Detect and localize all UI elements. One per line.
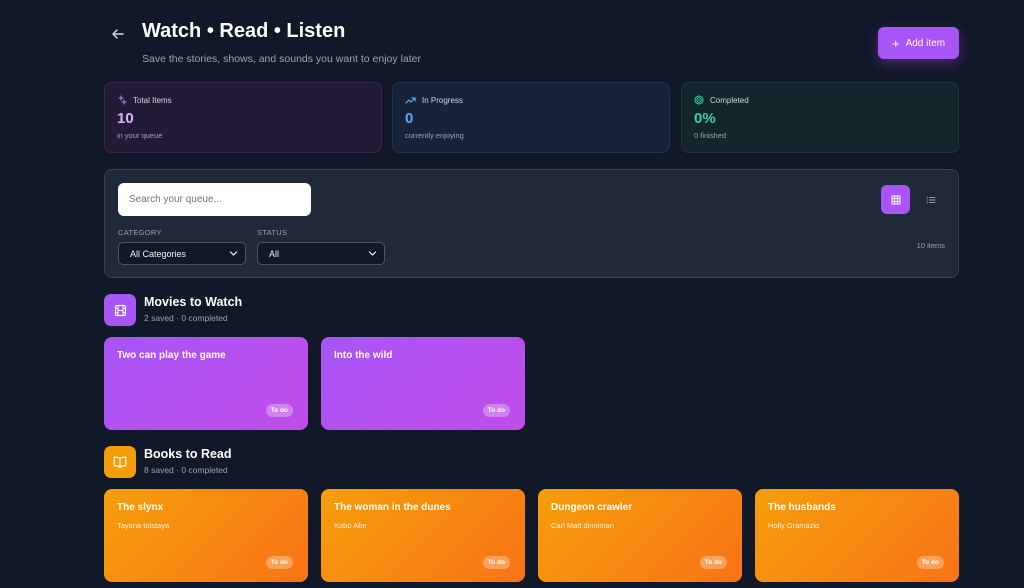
list-icon: [926, 196, 935, 203]
movie-card-title: Two can play the game: [117, 350, 226, 361]
book-card-author: Tayana tolstaya: [117, 521, 170, 530]
back-button[interactable]: [106, 22, 130, 46]
stat-completed-label: Completed: [710, 95, 749, 105]
arrow-left-icon: [112, 29, 124, 39]
stat-card-completed: Completed 0% 0 finished: [681, 82, 959, 153]
add-item-label: Add item: [905, 37, 946, 49]
book-card-title: The husbands: [768, 502, 836, 513]
plus-icon: +: [891, 35, 900, 51]
page-subtitle: Save the stories, shows, and sounds you …: [142, 53, 421, 65]
book-card-author: Carl Matt dinniman: [551, 521, 614, 530]
books-section-sub: 8 saved · 0 completed: [144, 465, 228, 475]
page-header: Watch • Read • Listen Save the stories, …: [104, 18, 959, 68]
movies-section-title: Movies to Watch: [144, 295, 243, 309]
trending-up-icon: [405, 97, 416, 104]
book-card[interactable]: The slynx Tayana tolstaya To do: [104, 489, 308, 582]
movies-section-sub: 2 saved · 0 completed: [144, 313, 228, 323]
stat-total-sub: in your queue: [117, 131, 163, 140]
status-select[interactable]: All: [257, 242, 385, 265]
stat-completed-sub: 0 finished: [694, 131, 727, 140]
status-label: STATUS: [257, 228, 288, 237]
stat-card-total: Total Items 10 in your queue: [104, 82, 382, 153]
stat-card-progress: In Progress 0 currently enjoying: [392, 82, 670, 153]
item-count: 10 items: [916, 241, 945, 250]
movie-card[interactable]: Into the wild To do: [321, 337, 525, 430]
grid-view-button[interactable]: [881, 185, 910, 214]
status-badge: To do: [482, 556, 510, 569]
category-select-value: All Categories: [130, 248, 187, 259]
film-icon: [114, 304, 126, 316]
status-badge: To do: [265, 556, 293, 569]
category-label: CATEGORY: [118, 228, 162, 237]
book-card[interactable]: The husbands Holly Gramazio To do: [755, 489, 959, 582]
books-section-title: Books to Read: [144, 447, 232, 461]
stat-progress-sub: currently enjoying: [405, 131, 464, 140]
status-badge: To do: [916, 556, 944, 569]
book-card[interactable]: The woman in the dunes Kobo Abe To do: [321, 489, 525, 582]
category-select[interactable]: All Categories: [118, 242, 246, 265]
sparkles-icon: [118, 95, 127, 105]
chevron-down-icon: [229, 251, 238, 256]
target-icon: [694, 95, 704, 105]
page-title: Watch • Read • Listen: [142, 20, 346, 42]
filter-panel: CATEGORY All Categories STATUS All 10 it…: [104, 169, 959, 278]
status-badge: To do: [699, 556, 727, 569]
stat-progress-value: 0: [405, 110, 414, 127]
stat-progress-label: In Progress: [422, 95, 463, 105]
chevron-down-icon: [368, 251, 377, 256]
movie-card[interactable]: Two can play the game To do: [104, 337, 308, 430]
book-card-title: The woman in the dunes: [334, 502, 451, 513]
books-section-icon-tile: [104, 446, 136, 478]
stat-total-label: Total Items: [133, 95, 172, 105]
book-card-author: Kobo Abe: [334, 521, 367, 530]
books-section-header: Books to Read 8 saved · 0 completed: [104, 446, 504, 480]
book-card-author: Holly Gramazio: [768, 521, 820, 530]
stat-total-value: 10: [117, 110, 134, 127]
movies-section-icon-tile: [104, 294, 136, 326]
stat-completed-value: 0%: [694, 110, 716, 127]
status-badge: To do: [482, 404, 510, 417]
search-input[interactable]: [118, 183, 311, 216]
book-card-title: The slynx: [117, 502, 164, 513]
movies-section-header: Movies to Watch 2 saved · 0 completed: [104, 294, 504, 328]
book-open-icon: [113, 456, 127, 468]
add-item-button[interactable]: + Add item: [878, 27, 959, 59]
movie-card-title: Into the wild: [334, 350, 393, 361]
list-view-button[interactable]: [916, 185, 945, 214]
book-card-title: Dungeon crawler: [551, 502, 633, 513]
status-select-value: All: [269, 248, 280, 259]
stats-row: Total Items 10 in your queue In Progress…: [104, 82, 959, 153]
book-card[interactable]: Dungeon crawler Carl Matt dinniman To do: [538, 489, 742, 582]
status-badge: To do: [265, 404, 293, 417]
grid-icon: [891, 195, 900, 204]
